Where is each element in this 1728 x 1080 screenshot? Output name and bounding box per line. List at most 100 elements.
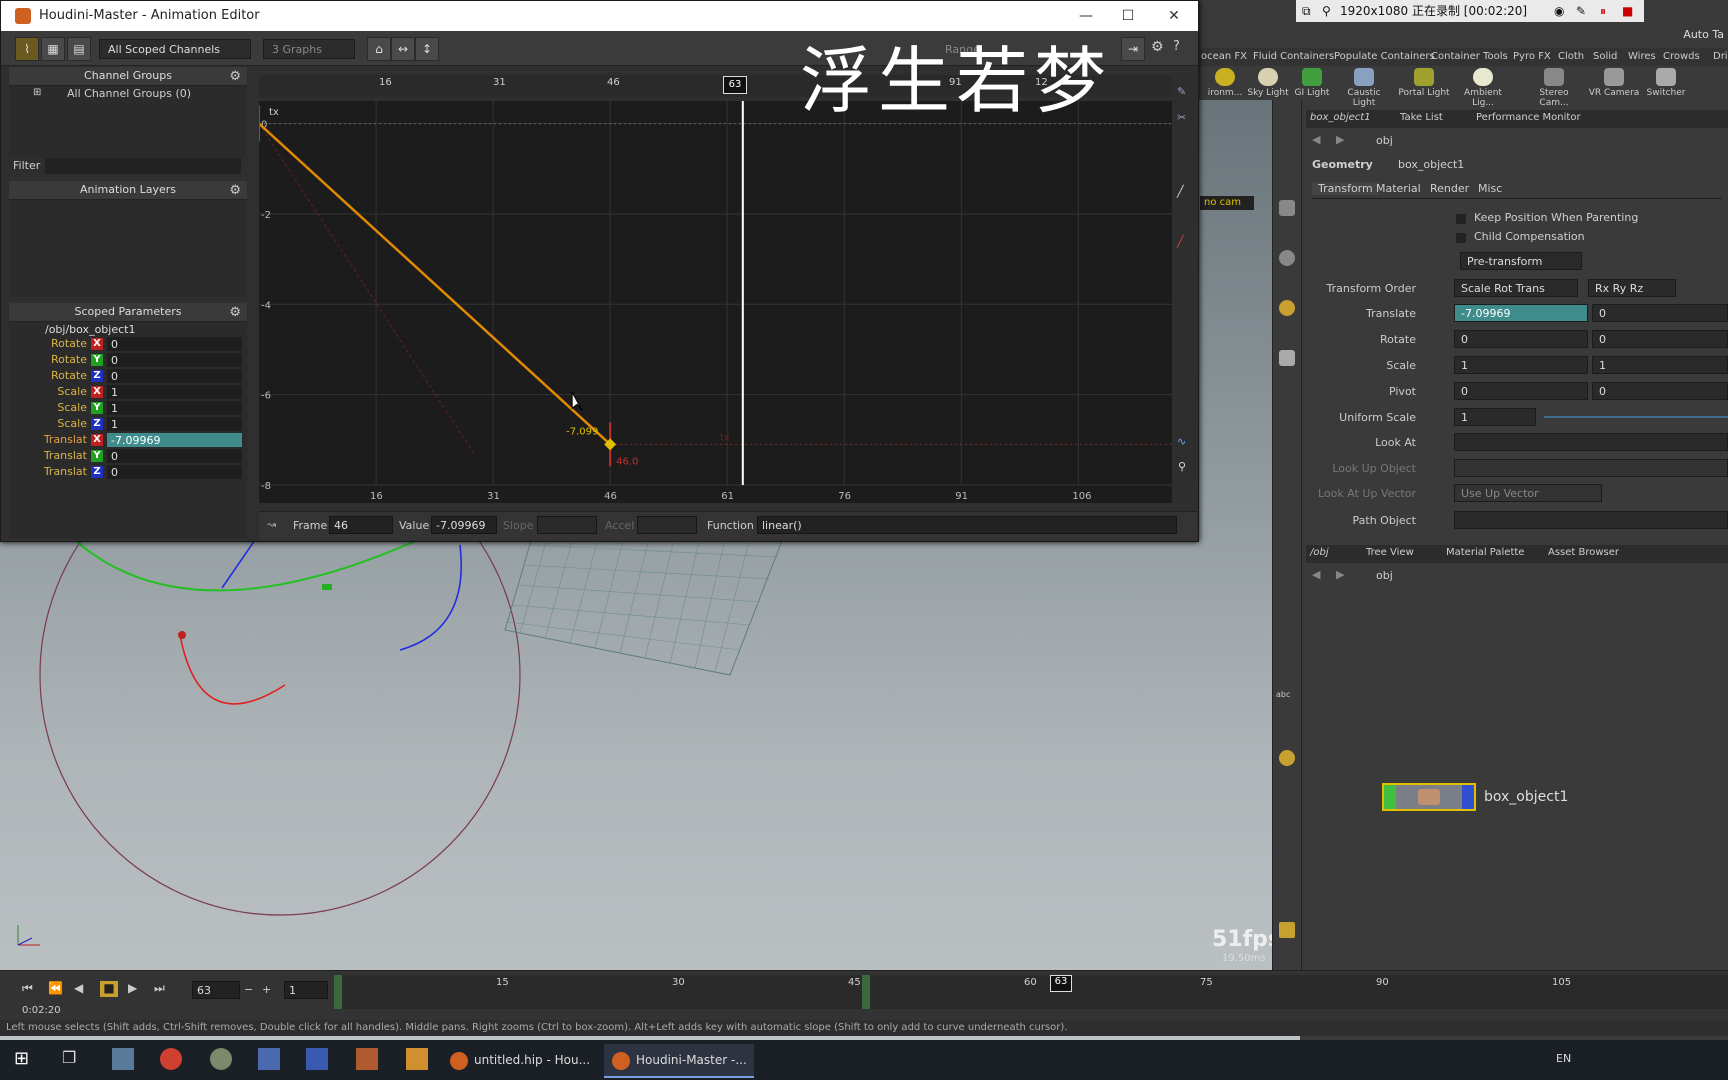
subtab-transform[interactable]: Transform (1312, 182, 1379, 195)
subtab-render[interactable]: Render (1430, 182, 1469, 195)
key-marker[interactable] (862, 975, 870, 1009)
graphs-menu[interactable]: 3 Graphs (263, 39, 355, 59)
help-icon[interactable]: ? (1173, 39, 1180, 54)
frame-step-field[interactable]: 1 (284, 981, 328, 999)
snap-icon[interactable]: ↝ (267, 518, 276, 531)
jump-end-icon[interactable]: ⇥ (1121, 37, 1145, 61)
stop-icon[interactable]: ■ (1622, 0, 1633, 22)
pen-tool-icon[interactable]: ✎ (1177, 85, 1186, 98)
app-icon[interactable] (306, 1048, 328, 1070)
task-view-icon[interactable]: ❐ (62, 1048, 76, 1067)
step-back-icon[interactable]: ⏪ (48, 981, 63, 995)
node-display-flag[interactable] (1384, 785, 1396, 809)
path-field[interactable]: obj (1376, 134, 1393, 147)
gear-icon[interactable]: ⚙ (1151, 39, 1164, 55)
lock-icon[interactable] (1279, 200, 1295, 216)
pivot-y-field[interactable]: 0 (1592, 382, 1728, 400)
subtab-misc[interactable]: Misc (1478, 182, 1502, 195)
cut-tool-icon[interactable]: ✂ (1177, 111, 1186, 124)
gear-icon[interactable]: ⚙ (229, 183, 241, 198)
current-frame-marker[interactable]: 63 (723, 76, 747, 94)
step-forward-icon[interactable]: ⏭ (154, 981, 165, 996)
text-tool-icon[interactable]: abc (1276, 690, 1290, 699)
channel-group-item[interactable]: All Channel Groups (0) (67, 87, 191, 100)
scoped-param-row[interactable]: Rotate Y 0 (9, 352, 244, 368)
line-tool-icon[interactable]: ╱ (1177, 185, 1184, 198)
shelf-tab[interactable]: Container Tools (1427, 50, 1512, 64)
tab-box-object[interactable]: box_object1 (1310, 112, 1371, 123)
shelf-tool-caustic-light[interactable]: Caustic Light (1336, 68, 1392, 108)
rotate-x-field[interactable]: 0 (1454, 330, 1588, 348)
camera-menu[interactable]: no cam (1200, 196, 1254, 210)
taskbar-item-houdini-master[interactable]: Houdini-Master -... (604, 1044, 754, 1078)
back-arrow-icon[interactable]: ◀ (1312, 133, 1320, 146)
curve-tool-icon[interactable]: ∿ (1177, 435, 1186, 448)
shelf-tab[interactable]: Cloth (1554, 50, 1588, 64)
slope-field[interactable] (537, 516, 597, 534)
look-at-field[interactable] (1454, 433, 1728, 451)
light-icon[interactable] (1279, 300, 1295, 316)
recorder-window-icon[interactable]: ⧉ (1302, 0, 1311, 22)
shelf-tab[interactable]: Fluid Containers (1249, 50, 1338, 64)
play-forward-icon[interactable]: ▶ (128, 981, 137, 995)
shelf-tool-vr-camera[interactable]: VR Camera (1586, 68, 1642, 104)
key-frame-field[interactable]: 46 (329, 516, 393, 534)
shelf-tab[interactable]: Solid (1589, 50, 1621, 64)
look-up-vector-menu[interactable]: Use Up Vector (1454, 484, 1602, 502)
home-icon[interactable]: ⌂ (367, 37, 391, 61)
tab-take-list[interactable]: Take List (1400, 112, 1443, 123)
function-field[interactable]: linear() (757, 516, 1177, 534)
uniform-scale-field[interactable]: 1 (1454, 408, 1536, 426)
network-path-field[interactable]: obj (1376, 569, 1393, 582)
current-frame-field[interactable]: 63 (192, 981, 240, 999)
shelf-tab[interactable]: Crowds (1659, 50, 1704, 64)
scoped-node-path[interactable]: /obj/box_object1 (45, 323, 135, 336)
tab-asset-browser[interactable]: Asset Browser (1548, 547, 1619, 558)
translate-x-field[interactable]: -7.09969 (1454, 304, 1588, 322)
table-mode-button[interactable]: ▦ (41, 37, 65, 61)
shelf-tool-gi-light[interactable]: GI Light (1284, 68, 1340, 104)
node-box-object[interactable] (1382, 783, 1476, 811)
back-arrow-icon[interactable]: ◀ (1312, 568, 1320, 581)
grid-layout-icon[interactable] (1279, 922, 1295, 938)
chrome-icon[interactable] (160, 1048, 182, 1070)
pencil-icon[interactable]: ✎ (1576, 0, 1586, 22)
node-name[interactable]: box_object1 (1398, 158, 1464, 171)
child-comp-checkbox[interactable] (1456, 233, 1466, 243)
tab-performance-monitor[interactable]: Performance Monitor (1476, 112, 1581, 123)
network-panel[interactable]: /obj Tree View Material Palette Asset Br… (1306, 545, 1728, 970)
play-reverse-icon[interactable]: ◀ (74, 981, 83, 995)
light-bulb-icon[interactable] (1279, 750, 1295, 766)
gear-icon[interactable]: ⚙ (229, 305, 241, 320)
forward-arrow-icon[interactable]: ▶ (1336, 133, 1344, 146)
close-button[interactable]: ✕ (1159, 5, 1189, 27)
windows-start-icon[interactable]: ⊞ (14, 1048, 29, 1069)
key-value-field[interactable]: -7.09969 (431, 516, 497, 534)
shelf-tab[interactable]: Dri (1709, 50, 1728, 64)
node-render-flag[interactable] (1462, 785, 1474, 809)
timeline-track[interactable]: 15 30 45 60 75 90 105 63 (334, 975, 1728, 1009)
dopesheet-mode-button[interactable]: ▤ (67, 37, 91, 61)
scoped-param-row[interactable]: Translat X -7.09969 (9, 432, 244, 448)
scale-x-field[interactable]: 1 (1454, 356, 1588, 374)
increment-frame-button[interactable]: + (262, 983, 271, 996)
zoom-icon[interactable]: ⚲ (1178, 460, 1186, 473)
frame-vertical-icon[interactable]: ↕ (415, 37, 439, 61)
shelf-tool-ambient-light[interactable]: Ambient Lig... (1455, 68, 1511, 108)
app-icon[interactable] (210, 1048, 232, 1070)
pause-icon[interactable]: ⏸ (1600, 0, 1606, 22)
rotate-order-menu[interactable]: Rx Ry Rz (1588, 279, 1676, 297)
rotate-y-field[interactable]: 0 (1592, 330, 1728, 348)
pivot-x-field[interactable]: 0 (1454, 382, 1588, 400)
folder-icon[interactable] (406, 1048, 428, 1070)
snap-icon[interactable] (1279, 350, 1295, 366)
frame-horizontal-icon[interactable]: ↔ (391, 37, 415, 61)
camera-icon[interactable]: ◉ (1554, 0, 1564, 22)
tab-material-palette[interactable]: Material Palette (1446, 547, 1524, 558)
subtab-material[interactable]: Material (1376, 182, 1421, 195)
stop-playback-icon[interactable]: ■ (100, 981, 118, 997)
app-icon[interactable] (258, 1048, 280, 1070)
shelf-tool-switcher[interactable]: Switcher (1638, 68, 1694, 104)
pre-transform-menu[interactable]: Pre-transform (1460, 252, 1582, 270)
scoped-param-row[interactable]: Scale Z 1 (9, 416, 244, 432)
